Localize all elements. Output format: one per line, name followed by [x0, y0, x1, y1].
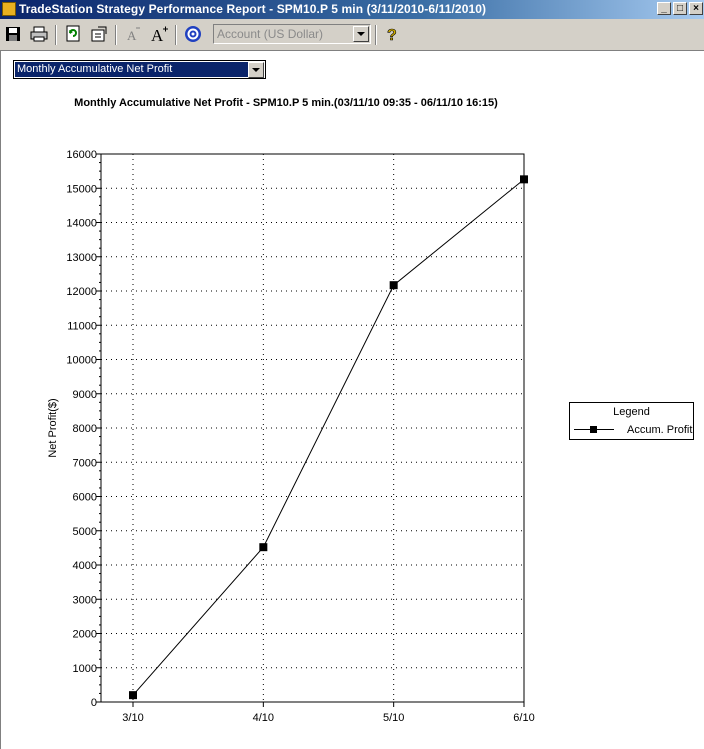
help-icon: ?: [387, 27, 397, 45]
properties-icon: [91, 26, 107, 42]
y-tick-label: 9000: [73, 389, 97, 401]
print-button[interactable]: [29, 24, 49, 44]
account-currency-select[interactable]: Account (US Dollar): [213, 24, 371, 44]
net-profit-chart: 0 1000 2000 3000 4000 5000 6000 7000 8000 9000 100…: [47, 149, 535, 724]
close-button[interactable]: ×: [689, 2, 703, 15]
toolbar-separator: [115, 25, 117, 45]
chevron-down-icon[interactable]: [353, 26, 369, 42]
data-point: [389, 281, 398, 290]
close-icon: ×: [693, 3, 699, 14]
y-tick-label: 0: [91, 697, 97, 709]
y-tick-label: 7000: [73, 457, 97, 469]
refresh-icon: [66, 25, 80, 42]
y-tick-label: 4000: [73, 560, 97, 572]
target-button[interactable]: [183, 24, 203, 44]
y-tick-label: 10000: [66, 355, 97, 367]
minimize-button[interactable]: _: [657, 2, 671, 15]
x-tick-label: 6/10: [513, 712, 534, 724]
data-point: [259, 543, 268, 552]
x-tick-label: 3/10: [122, 712, 143, 724]
chart-legend: Legend Accum. Profit: [569, 402, 694, 440]
report-type-value: Monthly Accumulative Net Profit: [15, 62, 248, 77]
refresh-button[interactable]: [63, 24, 83, 44]
y-tick-label: 11000: [67, 320, 97, 332]
data-point: [520, 175, 528, 184]
svg-text:A: A: [127, 28, 137, 43]
y-axis-label: Net Profit($): [47, 398, 59, 457]
x-tick-label: 5/10: [383, 712, 404, 724]
y-tick-label: 15000: [66, 183, 97, 195]
decrease-font-button[interactable]: A: [123, 24, 143, 44]
data-point: [129, 691, 137, 700]
increase-font-button[interactable]: A: [149, 24, 169, 45]
y-tick-label: 16000: [66, 149, 97, 161]
window-title: TradeStation Strategy Performance Report…: [19, 2, 487, 16]
properties-button[interactable]: [89, 24, 109, 44]
account-currency-value: Account (US Dollar): [217, 27, 324, 41]
decrease-font-icon: A: [127, 27, 140, 43]
y-tick-label: 13000: [66, 252, 97, 264]
y-tick-label: 5000: [73, 526, 97, 538]
y-tick-label: 1000: [73, 663, 97, 675]
maximize-icon: □: [676, 3, 684, 14]
title-bar: TradeStation Strategy Performance Report…: [0, 0, 704, 19]
plot-frame: [100, 153, 525, 703]
help-button[interactable]: ?: [382, 24, 402, 45]
printer-icon: [30, 26, 48, 42]
maximize-button[interactable]: □: [673, 2, 687, 15]
x-tick-label: 4/10: [253, 712, 274, 724]
svg-text:?: ?: [387, 27, 397, 44]
legend-title: Legend: [613, 406, 650, 418]
app-icon: [2, 2, 16, 16]
floppy-disk-icon: [6, 27, 20, 41]
toolbar-separator: [375, 25, 377, 45]
chevron-down-icon[interactable]: [248, 62, 264, 78]
toolbar-separator: [55, 25, 57, 45]
report-type-select[interactable]: Monthly Accumulative Net Profit: [13, 60, 266, 79]
toolbar-separator: [175, 25, 177, 45]
increase-font-icon: A: [151, 26, 168, 45]
y-tick-label: 12000: [66, 286, 97, 298]
chart-title: Monthly Accumulative Net Profit - SPM10.…: [74, 97, 498, 109]
save-button[interactable]: [3, 24, 23, 44]
y-tick-label: 6000: [73, 492, 97, 504]
legend-series-label: Accum. Profit: [627, 424, 693, 436]
target-icon: [185, 26, 201, 42]
y-tick-label: 2000: [73, 629, 97, 641]
y-tick-label: 14000: [66, 218, 97, 230]
y-tick-label: 8000: [73, 423, 97, 435]
legend-marker-swatch: [590, 426, 597, 433]
minimize-icon: _: [661, 3, 667, 14]
svg-text:A: A: [151, 26, 164, 44]
y-tick-label: 3000: [73, 594, 97, 606]
